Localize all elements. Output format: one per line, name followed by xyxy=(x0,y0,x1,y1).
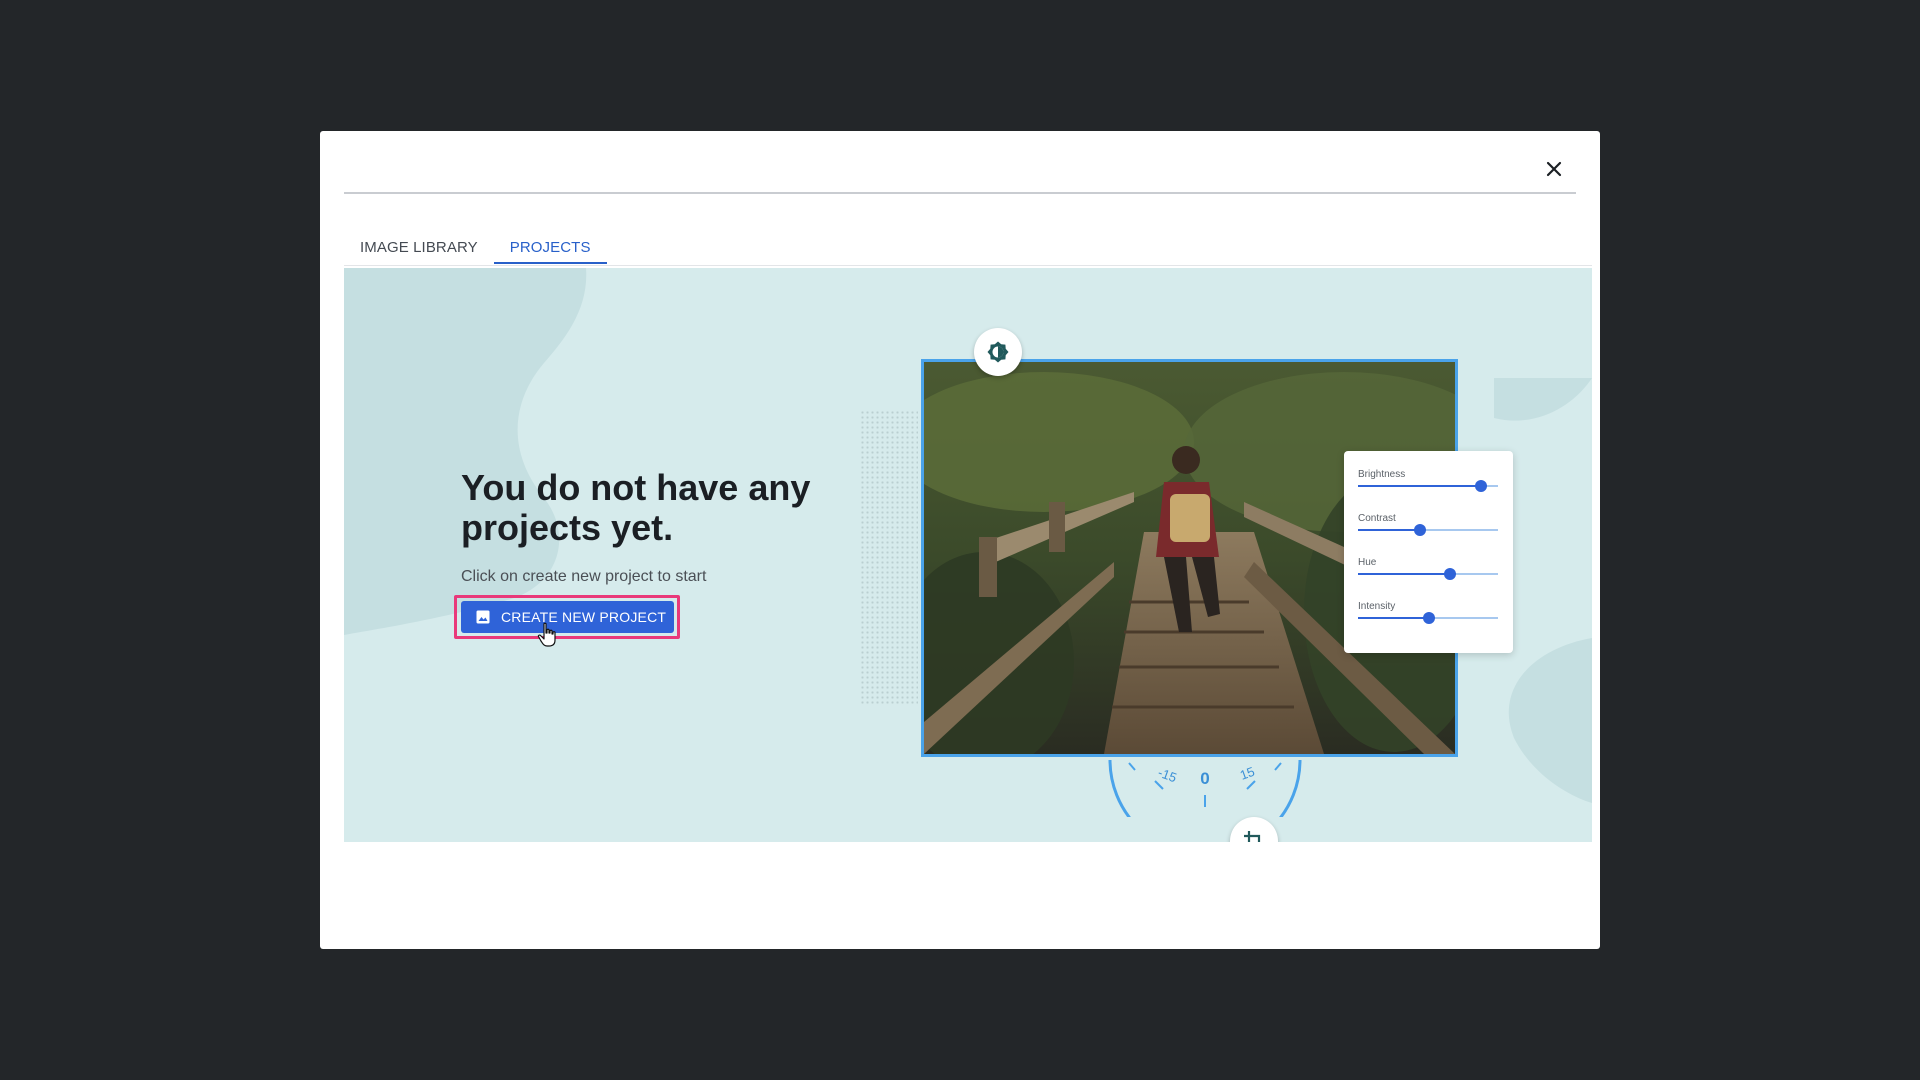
dial-label-right: 15 xyxy=(1238,764,1257,783)
brightness-icon xyxy=(987,341,1009,363)
brightness-slider[interactable]: Brightness xyxy=(1358,469,1498,509)
tab-image-library[interactable]: IMAGE LIBRARY xyxy=(344,221,494,264)
slider-label: Contrast xyxy=(1358,513,1396,524)
rotation-dial[interactable]: -15 0 15 xyxy=(1107,757,1303,817)
hand-pointer-cursor xyxy=(537,622,556,647)
adjustments-panel: Brightness Contrast Hue Intensity xyxy=(1344,451,1513,653)
empty-state-title: You do not have any projects yet. xyxy=(461,467,811,548)
tab-projects[interactable]: PROJECTS xyxy=(493,221,607,264)
slider-thumb[interactable] xyxy=(1423,612,1436,624)
dot-pattern xyxy=(860,410,918,704)
contrast-slider[interactable]: Contrast xyxy=(1358,513,1498,553)
slider-label: Brightness xyxy=(1358,469,1406,480)
slider-track xyxy=(1358,480,1498,492)
slider-fill xyxy=(1358,573,1451,575)
image-icon xyxy=(475,609,491,625)
slider-fill xyxy=(1358,485,1482,487)
header-divider xyxy=(344,192,1576,194)
slider-fill xyxy=(1358,617,1430,619)
slider-thumb[interactable] xyxy=(1413,524,1426,536)
close-icon xyxy=(1546,161,1562,177)
create-new-project-button[interactable]: CREATE NEW PROJECT xyxy=(461,601,674,633)
empty-state-subtitle: Click on create new project to start xyxy=(461,568,707,585)
create-new-project-label: CREATE NEW PROJECT xyxy=(501,609,667,625)
crop-icon xyxy=(1244,831,1261,842)
slider-fill xyxy=(1358,529,1420,531)
empty-state-panel: You do not have any projects yet. Click … xyxy=(344,268,1592,842)
slider-track xyxy=(1358,524,1498,536)
dial-label-left: -15 xyxy=(1156,765,1179,786)
brightness-button[interactable] xyxy=(974,328,1022,376)
hue-slider[interactable]: Hue xyxy=(1358,557,1498,597)
close-button[interactable] xyxy=(1536,151,1572,187)
slider-label: Intensity xyxy=(1358,601,1396,612)
slider-label: Hue xyxy=(1358,557,1377,568)
slider-thumb[interactable] xyxy=(1475,480,1488,492)
slider-track xyxy=(1358,612,1498,624)
slider-track xyxy=(1358,568,1498,580)
tab-bar: IMAGE LIBRARY PROJECTS xyxy=(344,221,1592,266)
intensity-slider[interactable]: Intensity xyxy=(1358,601,1498,641)
dial-label-center: 0 xyxy=(1200,769,1209,788)
projects-dialog: IMAGE LIBRARY PROJECTS You do not have a… xyxy=(320,131,1600,949)
slider-thumb[interactable] xyxy=(1444,568,1457,580)
